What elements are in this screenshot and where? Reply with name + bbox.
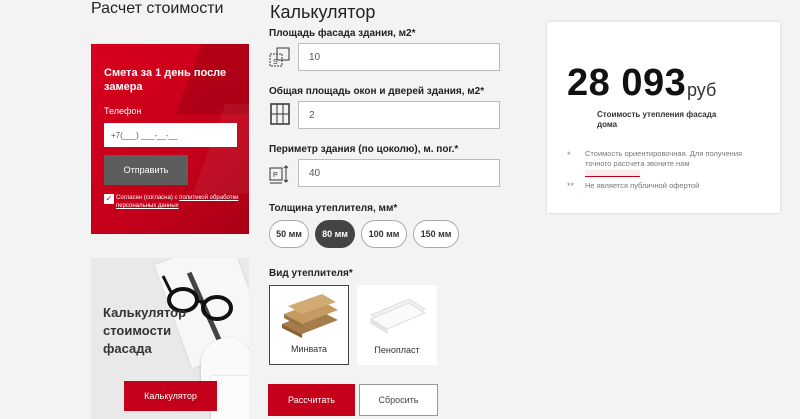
polystyrene-label: Пенопласт	[374, 345, 420, 355]
calculator-button[interactable]: Калькулятор	[124, 381, 217, 411]
area-input[interactable]: 10	[298, 43, 500, 71]
window-icon	[270, 103, 290, 125]
consent-label: Согласен (согласна) с	[116, 195, 178, 201]
result-price: 28 093	[567, 62, 687, 104]
thickness-option-50[interactable]: 50 мм	[269, 220, 309, 248]
reset-button[interactable]: Сбросить	[359, 384, 438, 416]
perimeter-label: Периметр здания (по цоколю), м. пог.*	[269, 144, 459, 155]
promo-decoration	[192, 104, 249, 194]
promo-title: Смета за 1 день после замера	[104, 67, 227, 93]
insulation-type-label: Вид утеплителя*	[269, 268, 353, 279]
calculator-promo: Калькулятор стоимости фасада Калькулятор	[91, 258, 249, 419]
section-heading: Расчет стоимости	[91, 0, 224, 17]
phone-link[interactable]	[585, 170, 640, 177]
thickness-label: Толщина утеплителя, мм*	[269, 203, 398, 214]
calculate-button[interactable]: Рассчитать	[268, 384, 355, 416]
result-caption: Стоимость утепления фасада дома	[597, 110, 717, 129]
area-label: Площадь фасада здания, м2*	[269, 28, 416, 39]
area-icon: S	[269, 47, 290, 67]
perimeter-icon: P	[269, 165, 289, 184]
insulation-mineral-wool-card[interactable]: Минвата	[269, 285, 349, 365]
send-button[interactable]: Отправить	[104, 155, 188, 185]
windows-area-input[interactable]: 2	[298, 101, 500, 129]
estimate-note: Стоимость ориентировочная. Для получения…	[585, 149, 743, 168]
thickness-option-150[interactable]: 150 мм	[413, 220, 459, 248]
svg-text:S: S	[273, 59, 278, 66]
windows-area-label: Общая площадь окон и дверей здания, м2*	[269, 86, 485, 97]
perimeter-input[interactable]: 40	[298, 159, 500, 187]
phone-input[interactable]: +7(___) ___-__-__	[104, 123, 237, 147]
polystyrene-image	[369, 298, 427, 334]
thickness-option-80[interactable]: 80 мм	[315, 220, 355, 248]
result-currency: руб	[687, 80, 717, 100]
consent-checkbox[interactable]: ✓	[104, 194, 114, 204]
thickness-option-100[interactable]: 100 мм	[361, 220, 407, 248]
mineral-wool-image	[282, 294, 338, 338]
estimate-promo: Смета за 1 день после замера Телефон +7(…	[91, 44, 249, 234]
svg-text:P: P	[273, 172, 278, 179]
result-panel: 28 093 руб Стоимость утепления фасада до…	[547, 22, 780, 213]
note-marker: *	[567, 150, 571, 160]
phone-label: Телефон	[104, 106, 142, 116]
mineral-wool-label: Минвата	[290, 344, 327, 354]
consent-text: Согласен (согласна) с политикой обработк…	[116, 194, 244, 210]
calculator-promo-title: Калькулятор стоимости фасада	[103, 305, 187, 356]
offer-note: Не является публичной офертой	[585, 181, 700, 190]
calculator-title: Калькулятор	[270, 2, 376, 22]
note-marker: **	[567, 181, 575, 191]
insulation-polystyrene-card[interactable]: Пенопласт	[357, 285, 437, 365]
